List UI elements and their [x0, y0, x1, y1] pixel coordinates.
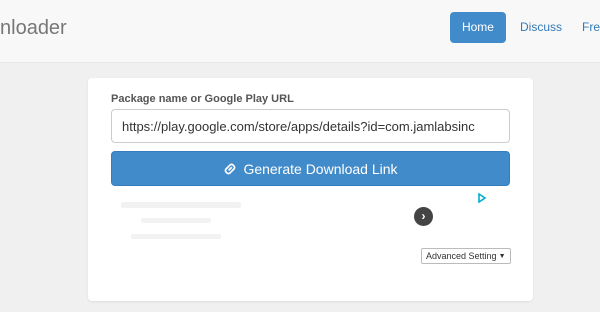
advanced-setting-label: Advanced Setting [426, 251, 497, 261]
ad-placeholder-line [131, 234, 221, 239]
chevron-right-icon[interactable]: › [414, 207, 433, 226]
nav-home[interactable]: Home [449, 12, 506, 43]
package-url-input[interactable] [111, 109, 510, 143]
nav-free[interactable]: Free [572, 12, 600, 43]
generate-download-link-button[interactable]: Generate Download Link [111, 151, 510, 186]
navbar: nloader Home Discuss Free [0, 0, 600, 63]
nav-menu: Home Discuss Free [449, 12, 600, 43]
download-panel: Package name or Google Play URL Generate… [88, 78, 533, 301]
generate-button-label: Generate Download Link [243, 160, 398, 177]
adchoices-icon[interactable] [477, 193, 487, 203]
ad-placeholder-line [121, 202, 241, 208]
ad-banner[interactable]: › [111, 190, 510, 250]
ad-placeholder-line [141, 218, 211, 223]
caret-down-icon: ▼ [498, 252, 506, 260]
package-field-label: Package name or Google Play URL [111, 93, 294, 105]
link-icon [225, 163, 236, 174]
brand-title[interactable]: nloader [0, 17, 100, 40]
nav-discuss[interactable]: Discuss [510, 12, 572, 43]
advanced-setting-button[interactable]: Advanced Setting ▼ [421, 248, 511, 264]
